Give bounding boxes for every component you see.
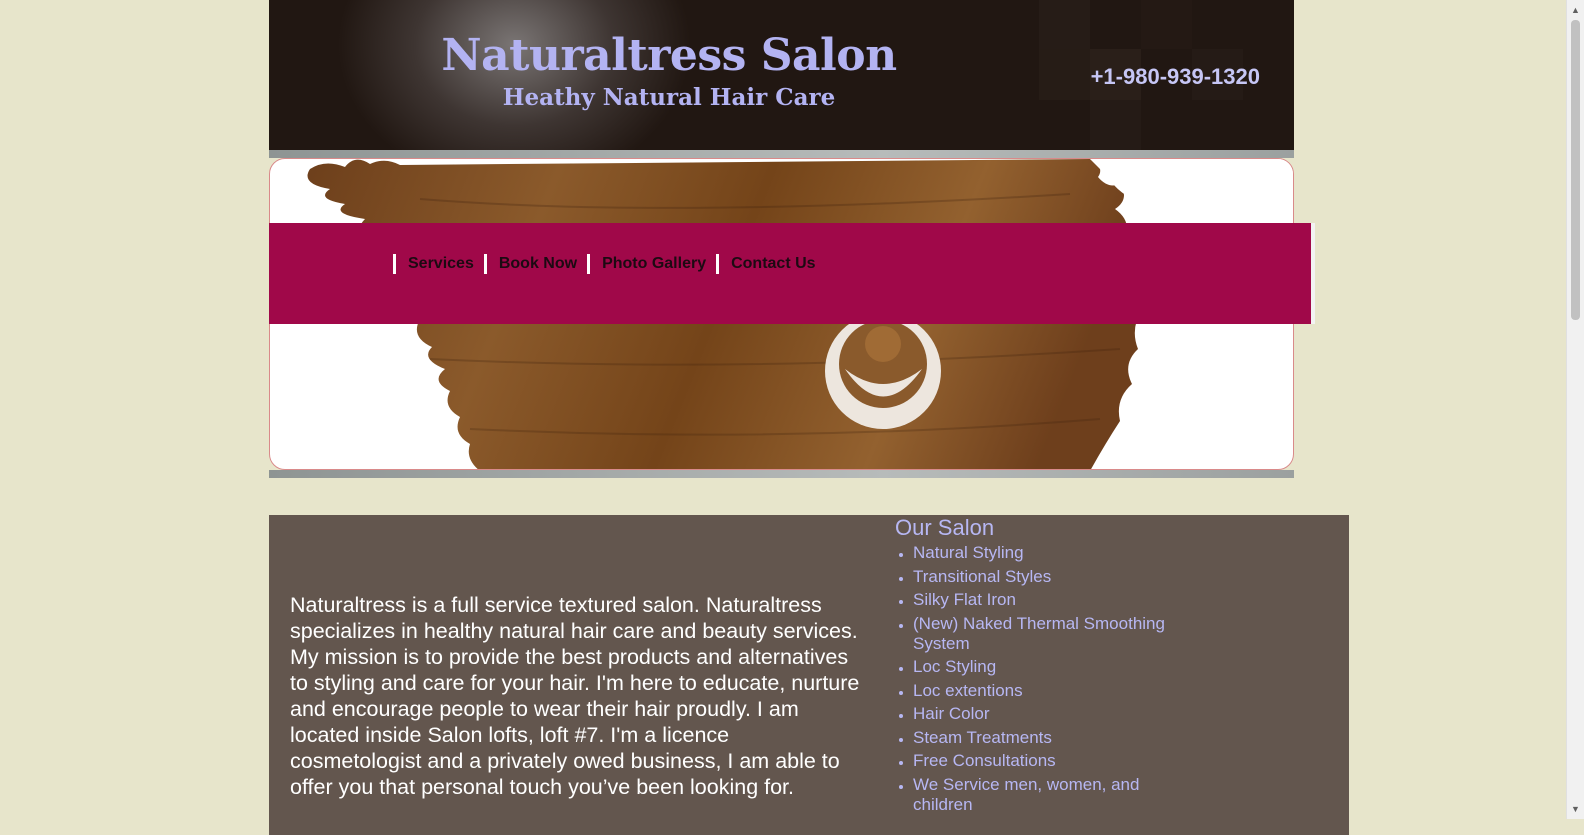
service-item: Free Consultations xyxy=(913,751,1195,771)
chevron-up-icon[interactable]: ▲ xyxy=(1567,2,1584,18)
header-decor-tile xyxy=(1141,0,1192,49)
content-section: Naturaltress is a full service textured … xyxy=(269,515,1349,835)
vertical-scrollbar[interactable]: ▲ ▼ xyxy=(1566,0,1584,819)
nav-item-services[interactable]: Services xyxy=(393,254,484,274)
service-item: Silky Flat Iron xyxy=(913,590,1195,610)
sidebar-title: Our Salon xyxy=(895,515,995,540)
service-item: Hair Color xyxy=(913,704,1195,724)
nav-menu: Services Book Now Photo Gallery Contact … xyxy=(393,254,826,274)
banner-divider xyxy=(269,470,1294,478)
service-list: Natural Styling Transitional Styles Silk… xyxy=(895,543,1195,815)
nav-item-contact-us[interactable]: Contact Us xyxy=(716,254,825,274)
chevron-down-icon[interactable]: ▼ xyxy=(1567,801,1584,817)
site-title[interactable]: Naturaltress Salon xyxy=(269,30,1069,81)
main-nav: Services Book Now Photo Gallery Contact … xyxy=(269,223,1315,324)
scrollbar-thumb[interactable] xyxy=(1571,20,1580,320)
phone-number[interactable]: +1-980-939-1320 xyxy=(1091,64,1260,90)
nav-item-book-now[interactable]: Book Now xyxy=(483,254,587,274)
service-item: Loc Styling xyxy=(913,657,1195,677)
intro-paragraph: Naturaltress is a full service textured … xyxy=(290,592,860,799)
service-item: We Service men, women, and children xyxy=(913,775,1195,815)
service-item: Loc extentions xyxy=(913,681,1195,701)
service-item: Steam Treatments xyxy=(913,728,1195,748)
our-salon-sidebar: Our Salon Natural Styling Transitional S… xyxy=(895,515,1195,818)
header-decor-tile xyxy=(1090,100,1141,150)
service-item: Natural Styling xyxy=(913,543,1195,563)
service-item: Transitional Styles xyxy=(913,567,1195,587)
nav-item-photo-gallery[interactable]: Photo Gallery xyxy=(587,254,716,274)
service-item: (New) Naked Thermal Smoothing System xyxy=(913,614,1195,654)
header-divider xyxy=(269,150,1294,158)
site-subtitle: Heathy Natural Hair Care xyxy=(502,84,836,111)
site-header: Naturaltress Salon Heathy Natural Hair C… xyxy=(269,0,1294,150)
